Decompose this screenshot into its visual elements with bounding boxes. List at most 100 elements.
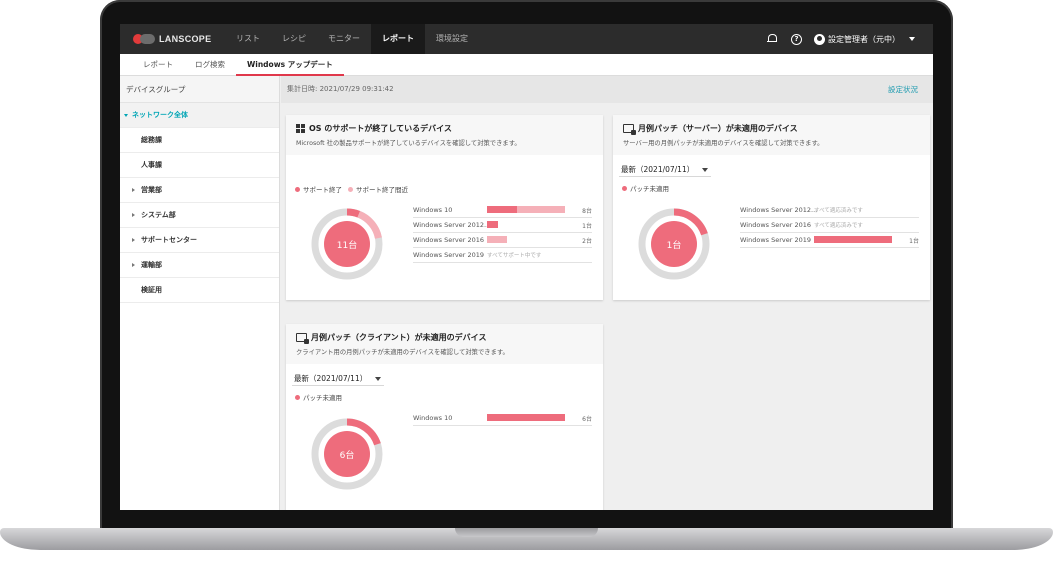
windows-icon	[296, 124, 305, 133]
legend-label: パッチ未適用	[630, 185, 669, 193]
server-patch-icon	[623, 124, 636, 135]
table-row[interactable]: Windows Server 2012... 1台	[413, 218, 592, 233]
table-row[interactable]: Windows Server 2016 2台	[413, 233, 592, 248]
bar-track	[487, 414, 565, 421]
client-breakdown-list: Windows 10 6台	[413, 411, 592, 426]
nav-right: ? 設定管理者（元中）	[767, 33, 915, 45]
top-nav: LANSCOPE リスト レシピ モニター レポート 環境設定 ? 設定管理者（…	[120, 24, 933, 54]
sidebar-item-system[interactable]: システム部	[120, 203, 279, 228]
row-count: 8台	[582, 208, 592, 215]
card-subtitle: Microsoft 社の製品サポートが終了しているデバイスを確認して対策できます…	[296, 140, 521, 147]
chevron-down-icon[interactable]	[909, 37, 915, 41]
nav-item-settings[interactable]: 環境設定	[425, 24, 479, 54]
caret-right-icon[interactable]	[132, 263, 135, 267]
settings-status-link[interactable]: 設定状況	[888, 76, 918, 103]
card-subtitle: クライアント用の月例パッチが未適用のデバイスを確認して対策できます。	[296, 349, 509, 356]
row-count: 6台	[582, 416, 592, 423]
card-title-text: 月例パッチ（クライアント）が未適用のデバイス	[311, 333, 487, 342]
client-patch-icon	[296, 333, 309, 344]
nav-item-list[interactable]: リスト	[225, 24, 271, 54]
select-value: 最新（2021/07/11）	[294, 374, 368, 383]
sidebar-item-hr[interactable]: 人事課	[120, 153, 279, 178]
table-row[interactable]: Windows 10 6台	[413, 411, 592, 426]
row-count: 1台	[909, 238, 919, 245]
row-note: すべて適応済みです	[814, 223, 863, 229]
logo-text: LANSCOPE	[159, 34, 212, 44]
bar-track	[487, 206, 565, 213]
help-icon[interactable]: ?	[791, 33, 802, 45]
tab-log-search[interactable]: ログ検索	[184, 54, 236, 76]
aggregation-timestamp: 集計日時: 2021/07/29 09:31:42	[287, 85, 394, 93]
bar-secondary	[516, 206, 565, 213]
donut-total: 11台	[336, 241, 358, 251]
legend-label: サポート終了	[303, 186, 342, 194]
bar-primary	[487, 414, 565, 421]
table-row[interactable]: Windows Server 2019 1台	[740, 233, 919, 248]
legend-dot-icon	[295, 186, 300, 192]
sidebar-item-testing[interactable]: 検証用	[120, 278, 279, 303]
select-underline	[619, 176, 711, 177]
row-os-name: Windows Server 2012...	[413, 221, 491, 229]
legend-item-near-eol: サポート終了間近	[348, 184, 408, 194]
period-select[interactable]: 最新（2021/07/11）	[294, 373, 382, 384]
legend-item-unpatched: パッチ未適用	[295, 392, 342, 402]
caret-right-icon[interactable]	[132, 188, 135, 192]
row-os-name: Windows Server 2019	[413, 251, 485, 259]
card-subtitle: サーバー用の月例パッチが未適用のデバイスを確認して対策できます。	[623, 140, 824, 147]
tab-windows-update[interactable]: Windows アップデート	[236, 54, 344, 76]
sidebar-item-label: 人事課	[141, 161, 162, 169]
sidebar-item-label: ネットワーク全体	[132, 111, 188, 119]
bell-icon[interactable]	[767, 34, 777, 44]
card-header: 月例パッチ（サーバー）が未適用のデバイス サーバー用の月例パッチが未適用のデバイ…	[613, 115, 930, 155]
caret-right-icon[interactable]	[132, 238, 135, 242]
card-title-text: OS のサポートが終了しているデバイス	[309, 124, 452, 133]
sub-nav: レポート ログ検索 Windows アップデート	[120, 54, 933, 76]
legend-dot-icon	[295, 394, 300, 400]
chevron-down-icon	[375, 376, 382, 381]
row-os-name: Windows Server 2016	[740, 221, 812, 229]
tab-report[interactable]: レポート	[132, 54, 184, 76]
row-os-name: Windows Server 2012...	[740, 206, 818, 214]
caret-down-icon	[124, 114, 128, 117]
sidebar-item-transport[interactable]: 運輸部	[120, 253, 279, 278]
bar-secondary	[487, 236, 508, 243]
select-value: 最新（2021/07/11）	[621, 165, 695, 174]
lanscope-logo[interactable]: LANSCOPE	[133, 34, 225, 44]
user-icon	[814, 33, 825, 45]
chart-legend: パッチ未適用	[295, 392, 348, 402]
table-row[interactable]: Windows Server 2016 すべて適応済みです	[740, 218, 919, 233]
sidebar-header: デバイスグループ	[120, 76, 279, 103]
client-patch-card: 月例パッチ（クライアント）が未適用のデバイス クライアント用の月例パッチが未適用…	[286, 324, 603, 510]
logo-mark-icon	[133, 34, 155, 44]
content-header: 集計日時: 2021/07/29 09:31:42 設定状況	[281, 76, 933, 103]
sidebar-item-label: システム部	[141, 211, 176, 219]
row-note: すべて適応済みです	[814, 208, 863, 214]
sidebar-item-network-all[interactable]: ネットワーク全体	[120, 103, 279, 128]
select-underline	[292, 385, 384, 386]
bar-track	[487, 221, 565, 228]
period-select[interactable]: 最新（2021/07/11）	[621, 164, 709, 175]
table-row[interactable]: Windows Server 2019 すべてサポート中です	[413, 248, 592, 263]
sidebar-item-label: 総務課	[141, 136, 162, 144]
nav-item-report[interactable]: レポート	[371, 24, 425, 54]
sidebar-item-label: サポートセンター	[141, 236, 197, 244]
server-patch-card: 月例パッチ（サーバー）が未適用のデバイス サーバー用の月例パッチが未適用のデバイ…	[613, 115, 930, 300]
card-title: 月例パッチ（クライアント）が未適用のデバイス	[296, 332, 593, 344]
nav-item-recipe[interactable]: レシピ	[271, 24, 317, 54]
legend-dot-icon	[622, 185, 627, 191]
nav-item-monitor[interactable]: モニター	[317, 24, 371, 54]
sidebar-item-support-center[interactable]: サポートセンター	[120, 228, 279, 253]
caret-right-icon[interactable]	[132, 213, 135, 217]
bar-track	[487, 236, 565, 243]
user-name[interactable]: 設定管理者（元中）	[828, 34, 900, 45]
server-breakdown-list: Windows Server 2012... すべて適応済みです Windows S…	[740, 203, 919, 248]
legend-item-eol: サポート終了	[295, 184, 342, 194]
table-row[interactable]: Windows 10 8台	[413, 203, 592, 218]
sidebar-item-sales[interactable]: 営業部	[120, 178, 279, 203]
app-screen: LANSCOPE リスト レシピ モニター レポート 環境設定 ? 設定管理者（…	[120, 24, 933, 510]
card-title-text: 月例パッチ（サーバー）が未適用のデバイス	[638, 124, 798, 133]
sidebar-item-general-affairs[interactable]: 総務課	[120, 128, 279, 153]
row-os-name: Windows 10	[413, 414, 453, 422]
donut-total: 1台	[666, 241, 682, 251]
table-row[interactable]: Windows Server 2012... すべて適応済みです	[740, 203, 919, 218]
